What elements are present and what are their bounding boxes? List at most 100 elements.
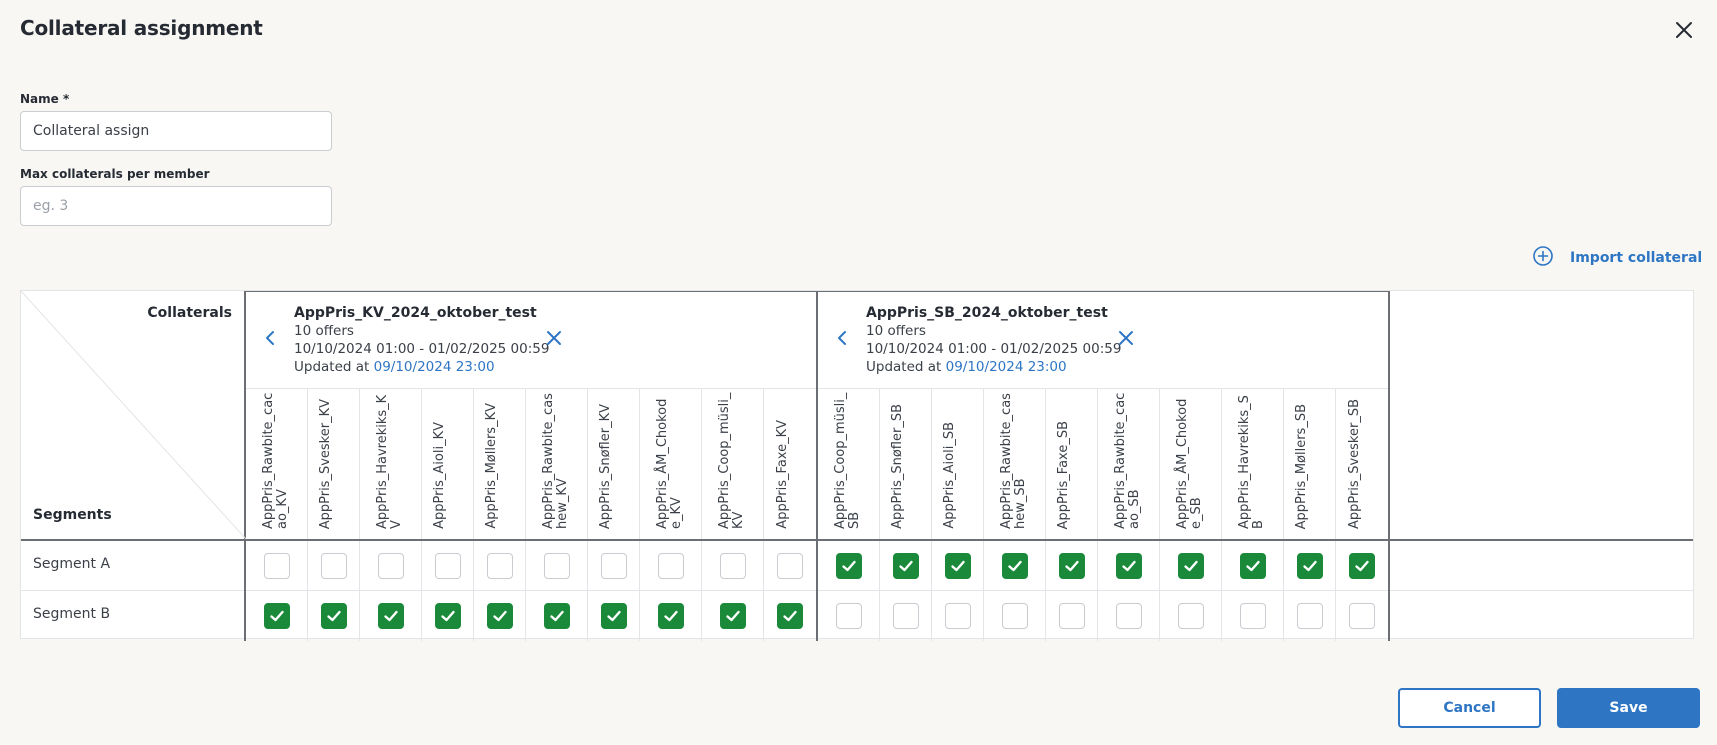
assignment-cell (880, 541, 932, 591)
checkbox-unchecked[interactable] (320, 553, 347, 579)
assignment-cell (1284, 591, 1336, 641)
checkbox-checked[interactable] (377, 603, 404, 629)
checkbox-checked[interactable] (1177, 553, 1204, 579)
checkbox-unchecked[interactable] (377, 553, 404, 579)
checkbox-unchecked[interactable] (944, 603, 971, 629)
checkbox-unchecked[interactable] (543, 553, 570, 579)
checkbox-unchecked[interactable] (777, 553, 803, 579)
collateral-column-header: AppPris_Møllers_KV (474, 389, 526, 539)
checkbox-unchecked[interactable] (835, 603, 862, 629)
collateral-column-header: AppPris_Faxe_SB (1046, 389, 1098, 539)
checkmark-icon (548, 607, 566, 625)
checkbox-unchecked[interactable] (657, 553, 684, 579)
assignment-cell (588, 591, 640, 641)
updated-at-link[interactable]: 09/10/2024 23:00 (946, 359, 1067, 375)
chevron-left-icon[interactable] (260, 328, 280, 348)
date-range: 10/10/2024 01:00 - 01/02/2025 00:59 (294, 341, 550, 357)
checkbox-unchecked[interactable] (719, 553, 746, 579)
assignment-cell (588, 541, 640, 591)
assignment-cell (360, 541, 422, 591)
checkmark-icon (268, 607, 286, 625)
checkbox-checked[interactable] (434, 603, 461, 629)
collateral-column-label: AppPris_Snøfler_KV (597, 403, 613, 529)
checkbox-checked[interactable] (1058, 553, 1085, 579)
name-input[interactable] (20, 111, 332, 151)
checkbox-unchecked[interactable] (1177, 603, 1204, 629)
collateral-column-header: AppPris_Svesker_SB (1336, 389, 1390, 539)
assignment-cell (1284, 541, 1336, 591)
checkmark-icon (1244, 557, 1262, 575)
checkbox-checked[interactable] (1115, 553, 1142, 579)
checkbox-unchecked[interactable] (1296, 603, 1323, 629)
checkbox-checked[interactable] (892, 553, 919, 579)
chevron-left-icon[interactable] (832, 328, 852, 348)
checkbox-checked[interactable] (1239, 553, 1266, 579)
checkbox-unchecked[interactable] (892, 603, 919, 629)
collateral-column-label: AppPris_Coop_müsli_SB (832, 392, 862, 529)
assignment-cell (640, 591, 702, 641)
checkbox-checked[interactable] (777, 603, 803, 629)
assignment-cell (702, 541, 764, 591)
checkbox-checked[interactable] (600, 603, 627, 629)
checkbox-unchecked[interactable] (600, 553, 627, 579)
checkmark-icon (840, 557, 858, 575)
collateral-group-name: AppPris_KV_2024_oktober_test (294, 305, 537, 321)
collateral-column-label: AppPris_Havrekiks_SB (1236, 395, 1266, 529)
checkbox-checked[interactable] (486, 603, 513, 629)
collateral-column-header: AppPris_Coop_müsli_KV (702, 389, 764, 539)
checkmark-icon (382, 607, 400, 625)
assignment-cell (308, 541, 360, 591)
assignment-cell (932, 591, 984, 641)
checkmark-icon (949, 557, 967, 575)
updated-at-link[interactable]: 09/10/2024 23:00 (374, 359, 495, 375)
checkbox-checked[interactable] (657, 603, 684, 629)
checkbox-checked[interactable] (1349, 553, 1375, 579)
remove-group-icon[interactable] (1116, 328, 1136, 348)
collaterals-heading: Collaterals (147, 305, 232, 321)
updated-at-prefix: Updated at (866, 359, 946, 375)
checkbox-unchecked[interactable] (486, 553, 513, 579)
import-collateral-label: Import collateral (1570, 250, 1703, 266)
checkbox-unchecked[interactable] (434, 553, 461, 579)
collateral-group-header: AppPris_KV_2024_oktober_test 10 offers 10/… (246, 291, 816, 389)
checkbox-unchecked[interactable] (1058, 603, 1085, 629)
checkmark-icon (1301, 557, 1319, 575)
checkbox-checked[interactable] (263, 603, 290, 629)
checkbox-checked[interactable] (1296, 553, 1323, 579)
checkbox-unchecked[interactable] (263, 553, 290, 579)
assignment-cell (1046, 591, 1098, 641)
checkbox-unchecked[interactable] (1001, 603, 1028, 629)
assignment-cell (422, 591, 474, 641)
checkbox-unchecked[interactable] (1349, 603, 1375, 629)
segment-label: Segment A (33, 556, 111, 572)
checkbox-checked[interactable] (835, 553, 862, 579)
max-collaterals-input[interactable] (20, 186, 332, 226)
save-button[interactable]: Save (1557, 688, 1700, 728)
assignment-cell (880, 591, 932, 641)
checkbox-checked[interactable] (320, 603, 347, 629)
remove-group-icon[interactable] (544, 328, 564, 348)
checkbox-unchecked[interactable] (1115, 603, 1142, 629)
collateral-column-label: AppPris_ÅM_Chokode_KV (654, 398, 684, 529)
collateral-column-header: AppPris_Havrekiks_KV (360, 389, 422, 539)
collateral-column-label: AppPris_Faxe_SB (1055, 420, 1071, 529)
collateral-column-label: AppPris_ÅM_Chokode_SB (1174, 398, 1204, 529)
assignment-cell (1098, 591, 1160, 641)
checkbox-checked[interactable] (543, 603, 570, 629)
import-collateral-link[interactable]: Import collateral (1532, 246, 1703, 269)
collateral-column-header: AppPris_Coop_müsli_SB (818, 389, 880, 539)
assignment-cell (984, 591, 1046, 641)
cancel-button[interactable]: Cancel (1398, 688, 1541, 728)
assignment-cell (932, 541, 984, 591)
checkbox-unchecked[interactable] (1239, 603, 1266, 629)
checkmark-icon (1182, 557, 1200, 575)
collateral-column-header: AppPris_Rawbite_cacao_SB (1098, 389, 1160, 539)
checkbox-checked[interactable] (944, 553, 971, 579)
collateral-column-label: AppPris_Aioli_KV (431, 422, 447, 529)
collateral-column-header: AppPris_ÅM_Chokode_KV (640, 389, 702, 539)
close-icon[interactable] (1672, 18, 1696, 42)
checkbox-checked[interactable] (1001, 553, 1028, 579)
collateral-group-info: AppPris_SB_2024_oktober_test 10 offers 10/… (866, 304, 1121, 376)
checkbox-checked[interactable] (719, 603, 746, 629)
assignment-cell (526, 541, 588, 591)
